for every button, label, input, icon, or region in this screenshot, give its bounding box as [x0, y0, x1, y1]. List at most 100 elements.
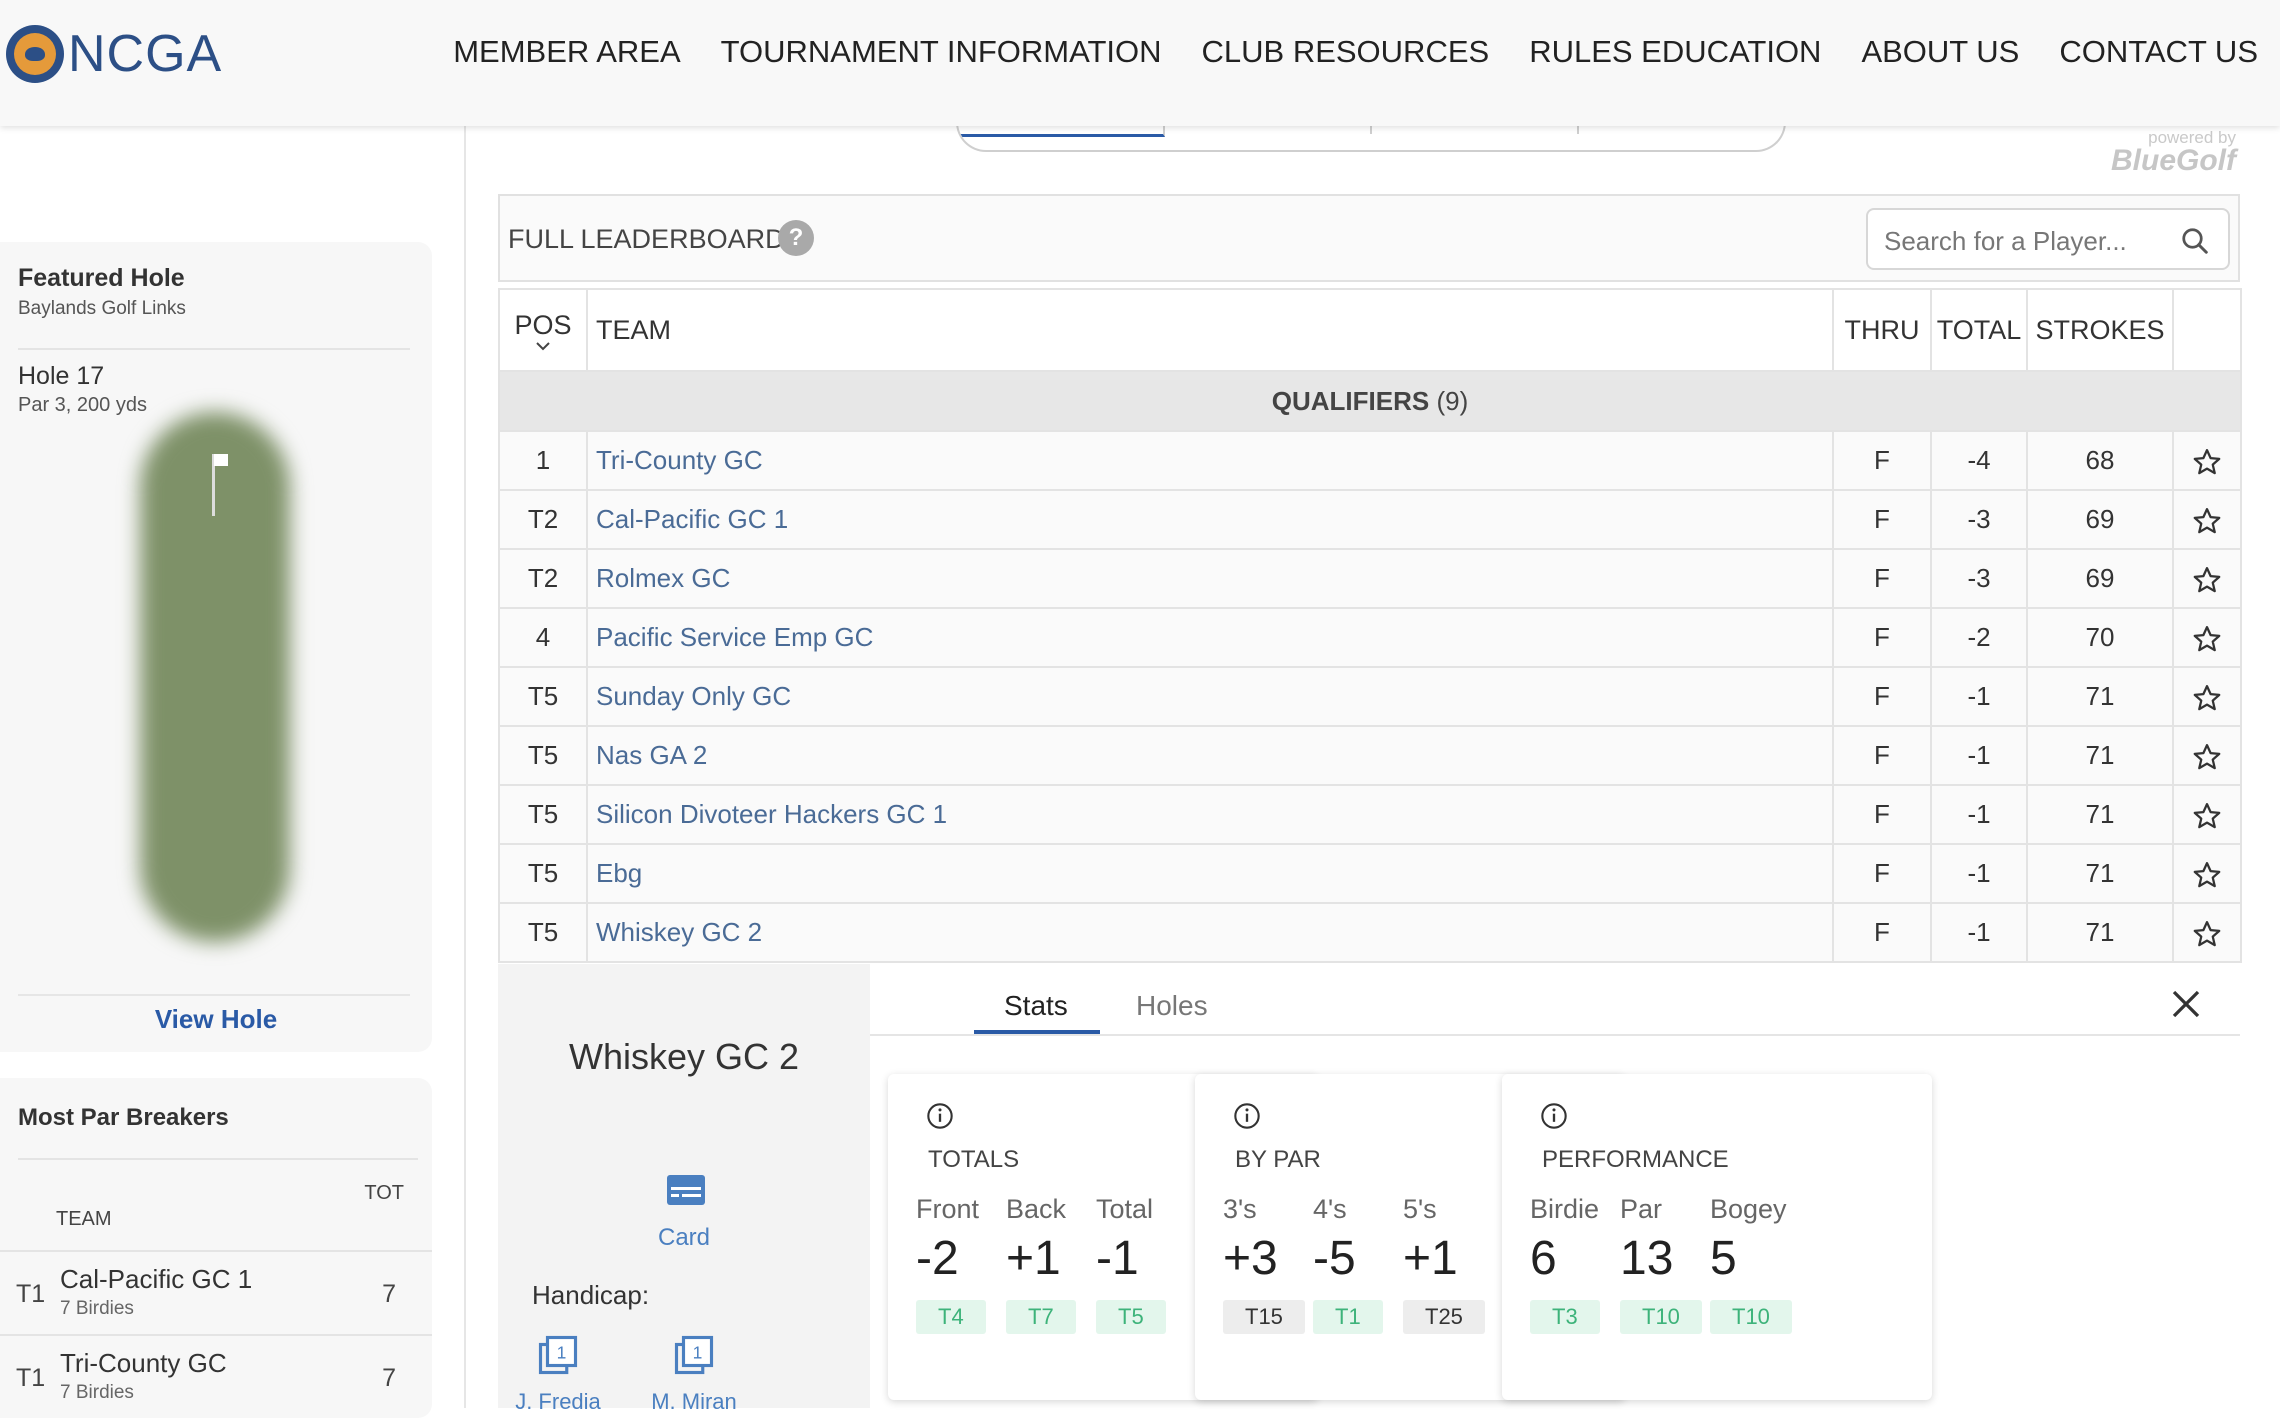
player-search	[1866, 208, 2230, 270]
par-breakers-col-tot: TOT	[364, 1182, 404, 1204]
tab-holes[interactable]: Holes	[1136, 990, 1208, 1022]
row-pos: T2	[498, 489, 588, 550]
col-pos-header[interactable]: POS	[498, 288, 588, 372]
info-icon[interactable]	[1540, 1102, 1568, 1130]
star-icon[interactable]	[2192, 624, 2222, 654]
team-link[interactable]: Whiskey GC 2	[596, 917, 762, 947]
stat-card: PERFORMANCE Birdie 6 T3 Par 13 T10 Bogey 5 T10	[1502, 1074, 1932, 1400]
view-hole-link[interactable]: View Hole	[0, 1004, 432, 1035]
stat-rank-badge: T10	[1710, 1300, 1792, 1334]
par-breaker-row[interactable]: T1 Cal-Pacific GC 1 7 Birdies 7	[0, 1250, 432, 1336]
stat-rank-badge: T25	[1403, 1300, 1485, 1334]
team-link[interactable]: Pacific Service Emp GC	[596, 622, 873, 652]
row-pos: 1	[498, 430, 588, 491]
favorite-toggle[interactable]	[2172, 430, 2242, 491]
leaderboard-row[interactable]: T5 Sunday Only GC F -1 71	[498, 666, 2242, 727]
team-link[interactable]: Nas GA 2	[596, 740, 707, 770]
leaderboard-row[interactable]: T5 Whiskey GC 2 F -1 71	[498, 902, 2242, 963]
player-card-link[interactable]: 1 J. Fredia	[498, 1334, 618, 1415]
star-icon[interactable]	[2192, 919, 2222, 949]
nav-about-us[interactable]: ABOUT US	[1861, 34, 2019, 70]
favorite-toggle[interactable]	[2172, 607, 2242, 668]
col-pos-label: POS	[514, 309, 572, 340]
row-pos: T5	[498, 902, 588, 963]
team-link[interactable]: Rolmex GC	[596, 563, 730, 593]
team-link[interactable]: Sunday Only GC	[596, 681, 791, 711]
nav-tournament-information[interactable]: TOURNAMENT INFORMATION	[721, 34, 1162, 70]
favorite-toggle[interactable]	[2172, 489, 2242, 550]
favorite-toggle[interactable]	[2172, 666, 2242, 727]
featured-hole-title: Featured Hole	[18, 264, 185, 292]
tab-stats[interactable]: Stats	[1004, 990, 1068, 1022]
stat-rank-badge: T15	[1223, 1300, 1305, 1334]
team-link[interactable]: Cal-Pacific GC 1	[596, 504, 788, 534]
row-team-cell: Nas GA 2	[586, 725, 1834, 786]
favorite-toggle[interactable]	[2172, 548, 2242, 609]
stat-item: Bogey 5 T10	[1710, 1194, 1840, 1334]
search-icon[interactable]	[2180, 226, 2210, 256]
row-pos: T2	[498, 548, 588, 609]
search-input[interactable]	[1882, 220, 2166, 262]
close-icon[interactable]	[2168, 986, 2204, 1022]
stat-card-title: BY PAR	[1235, 1146, 1321, 1173]
hole-map-image[interactable]	[130, 412, 300, 942]
row-team-cell: Cal-Pacific GC 1	[586, 489, 1834, 550]
info-icon[interactable]	[926, 1102, 954, 1130]
featured-hole-details: Par 3, 200 yds	[18, 394, 147, 416]
stat-rank-badge: T5	[1096, 1300, 1166, 1334]
star-icon[interactable]	[2192, 506, 2222, 536]
team-link[interactable]: Ebg	[596, 858, 642, 888]
favorite-toggle[interactable]	[2172, 843, 2242, 904]
stat-card-title: TOTALS	[928, 1146, 1020, 1173]
powered-by-bluegolf[interactable]: powered by BlueGolf	[2111, 128, 2236, 178]
par-breaker-pos: T1	[16, 1280, 46, 1308]
card-link[interactable]: Card	[498, 1224, 870, 1252]
row-thru: F	[1832, 843, 1932, 904]
row-total: -1	[1930, 902, 2028, 963]
leaderboard-row[interactable]: T5 Ebg F -1 71	[498, 843, 2242, 904]
leaderboard-row[interactable]: T5 Nas GA 2 F -1 71	[498, 725, 2242, 786]
star-icon[interactable]	[2192, 801, 2222, 831]
nav-contact-us[interactable]: CONTACT US	[2059, 34, 2258, 70]
qualifiers-group-row: QUALIFIERS (9)	[498, 370, 2242, 432]
favorite-toggle[interactable]	[2172, 784, 2242, 845]
ncga-seal-icon	[6, 25, 64, 83]
main-menu: MEMBER AREA TOURNAMENT INFORMATION CLUB …	[453, 34, 2258, 70]
player-name: M. Miran	[651, 1389, 737, 1414]
leaderboard-row[interactable]: T2 Rolmex GC F -3 69	[498, 548, 2242, 609]
par-breaker-row[interactable]: T1 Tri-County GC 7 Birdies 7	[0, 1334, 432, 1420]
leaderboard-row[interactable]: T2 Cal-Pacific GC 1 F -3 69	[498, 489, 2242, 550]
leaderboard-table: POS TEAM THRU TOTAL STROKES QUALIFIERS (…	[498, 288, 2242, 963]
ncga-logo[interactable]: NCGA	[6, 22, 222, 86]
favorite-toggle[interactable]	[2172, 725, 2242, 786]
row-total: -3	[1930, 489, 2028, 550]
player-card-link[interactable]: 1 M. Miran	[634, 1334, 754, 1415]
featured-hole-card: Featured Hole Baylands Golf Links Hole 1…	[0, 242, 432, 1052]
help-icon[interactable]: ?	[778, 220, 814, 256]
leaderboard-row[interactable]: 4 Pacific Service Emp GC F -2 70	[498, 607, 2242, 668]
favorite-toggle[interactable]	[2172, 902, 2242, 963]
team-link[interactable]: Tri-County GC	[596, 445, 763, 475]
team-link[interactable]: Silicon Divoteer Hackers GC 1	[596, 799, 947, 829]
row-thru: F	[1832, 784, 1932, 845]
row-total: -1	[1930, 784, 2028, 845]
nav-member-area[interactable]: MEMBER AREA	[453, 34, 680, 70]
leaderboard-row[interactable]: T5 Silicon Divoteer Hackers GC 1 F -1 71	[498, 784, 2242, 845]
nav-rules-education[interactable]: RULES EDUCATION	[1529, 34, 1821, 70]
row-strokes: 71	[2026, 725, 2174, 786]
par-breakers-col-team: TEAM	[56, 1208, 112, 1230]
info-icon[interactable]	[1233, 1102, 1261, 1130]
card-icon[interactable]	[666, 1174, 706, 1206]
star-icon[interactable]	[2192, 683, 2222, 713]
star-icon[interactable]	[2192, 447, 2222, 477]
star-icon[interactable]	[2192, 565, 2222, 595]
star-icon[interactable]	[2192, 860, 2222, 890]
nav-club-resources[interactable]: CLUB RESOURCES	[1202, 34, 1490, 70]
flag-banner	[214, 454, 228, 466]
leaderboard-row[interactable]: 1 Tri-County GC F -4 68	[498, 430, 2242, 491]
row-total: -2	[1930, 607, 2028, 668]
star-icon[interactable]	[2192, 742, 2222, 772]
featured-hole-number: Hole 17	[18, 362, 105, 390]
par-breaker-sub: 7 Birdies	[60, 1298, 134, 1319]
col-team-header: TEAM	[586, 288, 1834, 372]
